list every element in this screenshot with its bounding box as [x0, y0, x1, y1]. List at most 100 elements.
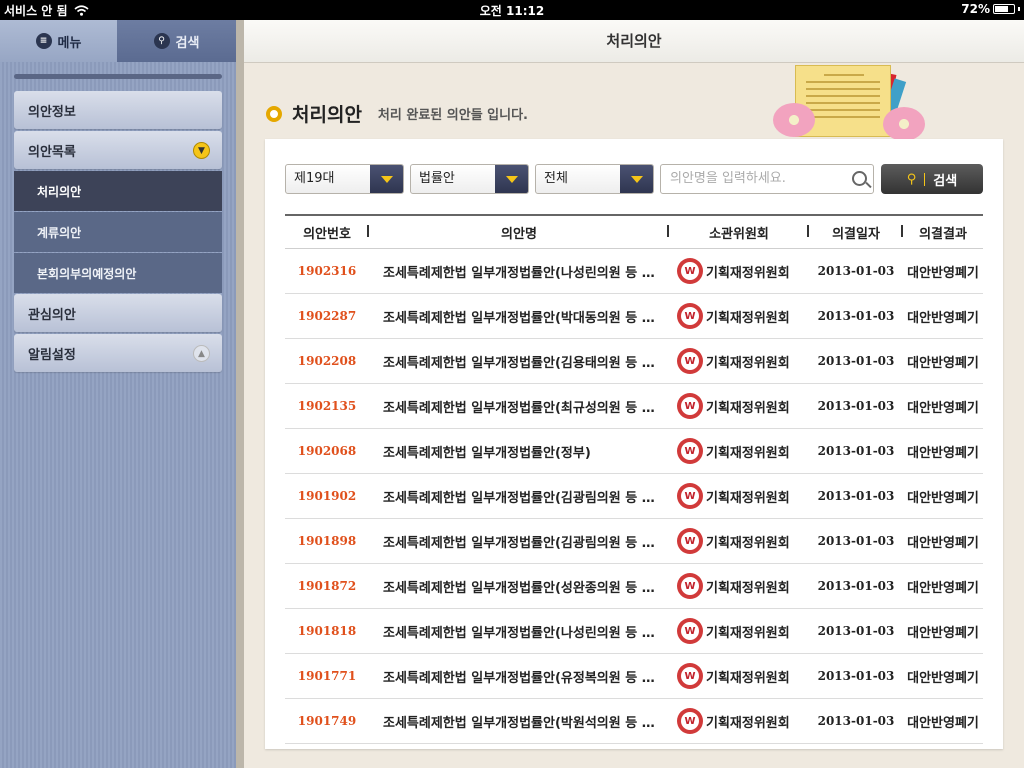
- committee-name: 기획재정위원회: [706, 535, 790, 551]
- sidebar-item-bill-info[interactable]: 의안정보: [14, 91, 222, 129]
- bill-list-panel: 제19대 법률안 전체 의안명을 입력하세요. ⚲ 검색 의안번호 의안명 소관…: [265, 139, 1003, 749]
- sidebar-item-label: 의안목록: [28, 144, 76, 160]
- chevron-up-icon[interactable]: ▲: [193, 345, 210, 362]
- battery-status: 72%: [961, 2, 1020, 16]
- decision-date: 2013-01-03: [817, 444, 895, 458]
- bill-name: 조세특례제한법 일부개정법률안(나성린의원 등 10인): [383, 625, 669, 641]
- status-select[interactable]: 전체: [535, 164, 654, 194]
- committee-cell: W 기획재정위원회: [669, 438, 809, 464]
- page-title: 처리의안: [292, 104, 362, 126]
- dropdown-arrow-icon[interactable]: [620, 165, 653, 193]
- decision-date: 2013-01-03: [817, 309, 895, 323]
- committee-logo-icon: W: [677, 663, 703, 689]
- tab-menu[interactable]: ≡ 메뉴: [0, 20, 117, 62]
- decision-result: 대안반영폐기: [907, 265, 979, 281]
- sidebar-item-pending-bills[interactable]: 계류의안: [14, 212, 222, 252]
- column-header-decision-date[interactable]: 의결일자: [809, 223, 903, 242]
- sidebar-divider: [14, 74, 222, 79]
- sidebar: ≡ 메뉴 ⚲ 검색 의안정보 의안목록 ▼ 처리의안 계류의안 본회의부의예정의…: [0, 20, 236, 768]
- committee-logo-icon: W: [677, 348, 703, 374]
- bill-name: 조세특례제한법 일부개정법률안(나성린의원 등 10인): [383, 265, 669, 281]
- bill-number: 1901898: [297, 534, 357, 548]
- search-icon: ⚲: [906, 171, 917, 187]
- committee-cell: W 기획재정위원회: [669, 393, 809, 419]
- table-row[interactable]: 1902068 조세특례제한법 일부개정법률안(정부) W 기획재정위원회 2013-0…: [285, 429, 983, 474]
- committee-logo-icon: W: [677, 393, 703, 419]
- sidebar-item-label: 의안정보: [28, 104, 76, 120]
- committee-logo-icon: W: [677, 483, 703, 509]
- bill-kind-select[interactable]: 법률안: [410, 164, 529, 194]
- decision-result: 대안반영폐기: [907, 535, 979, 551]
- table-row[interactable]: 1901771 조세특례제한법 일부개정법률안(유정복의원 등 10인) W 기획재정…: [285, 654, 983, 699]
- page-heading: 처리의안 처리 완료된 의안들 입니다.: [266, 100, 528, 127]
- decision-result: 대안반영폐기: [907, 670, 979, 686]
- session-select[interactable]: 제19대: [285, 164, 404, 194]
- column-header-committee[interactable]: 소관위원회: [669, 223, 809, 242]
- tab-search[interactable]: ⚲ 검색: [117, 20, 236, 62]
- committee-logo-icon: W: [677, 618, 703, 644]
- committee-cell: W 기획재정위원회: [669, 528, 809, 554]
- session-select-value: 제19대: [294, 171, 335, 186]
- table-row[interactable]: 1901872 조세특례제한법 일부개정법률안(성완종의원 등 10인) W 기획재정…: [285, 564, 983, 609]
- column-header-bill-number[interactable]: 의안번호: [285, 223, 369, 242]
- assembly-document-illustration: [759, 65, 939, 141]
- sidebar-tabs: ≡ 메뉴 ⚲ 검색: [0, 20, 236, 62]
- decision-result: 대안반영폐기: [907, 355, 979, 371]
- decision-date: 2013-01-03: [817, 489, 895, 503]
- filter-bar: 제19대 법률안 전체 의안명을 입력하세요. ⚲ 검색: [285, 164, 985, 194]
- table-row[interactable]: 1902208 조세특례제한법 일부개정법률안(김용태의원 등 10인) W 기획재정…: [285, 339, 983, 384]
- dropdown-arrow-icon[interactable]: [370, 165, 403, 193]
- sidebar-menu: 의안정보 의안목록 ▼ 처리의안 계류의안 본회의부의예정의안 관심의안 알림설…: [0, 91, 236, 372]
- search-placeholder: 의안명을 입력하세요.: [670, 171, 786, 186]
- committee-cell: W 기획재정위원회: [669, 618, 809, 644]
- decision-date: 2013-01-03: [817, 399, 895, 413]
- bill-name: 조세특례제한법 일부개정법률안(김광림의원 등 10인): [383, 490, 669, 506]
- decision-date: 2013-01-03: [817, 264, 895, 278]
- table-row[interactable]: 1901898 조세특례제한법 일부개정법률안(김광림의원 등 10인) W 기획재정…: [285, 519, 983, 564]
- bill-kind-select-value: 법률안: [419, 171, 455, 186]
- table-row[interactable]: 1901902 조세특례제한법 일부개정법률안(김광림의원 등 10인) W 기획재정…: [285, 474, 983, 519]
- search-icon: ⚲: [153, 33, 170, 49]
- bill-number: 1902135: [297, 399, 357, 413]
- search-button[interactable]: ⚲ 검색: [881, 164, 983, 194]
- navigation-bar-title: 처리의안: [244, 20, 1024, 63]
- sidebar-item-processed-bills[interactable]: 처리의안: [14, 171, 222, 211]
- bill-name: 조세특례제한법 일부개정법률안(성완종의원 등 10인): [383, 580, 669, 596]
- bill-number: 1901749: [297, 714, 357, 728]
- committee-name: 기획재정위원회: [706, 400, 790, 416]
- committee-name: 기획재정위원회: [706, 445, 790, 461]
- table-row[interactable]: 1902316 조세특례제한법 일부개정법률안(나성린의원 등 10인) W 기획재정…: [285, 249, 983, 294]
- bill-name: 조세특례제한법 일부개정법률안(김용태의원 등 10인): [383, 355, 669, 371]
- committee-logo-icon: W: [677, 258, 703, 284]
- dropdown-arrow-icon[interactable]: [495, 165, 528, 193]
- column-header-result[interactable]: 의결결과: [903, 223, 983, 242]
- committee-cell: W 기획재정위원회: [669, 303, 809, 329]
- bill-number: 1902068: [297, 444, 357, 458]
- table-row[interactable]: 1902287 조세특례제한법 일부개정법률안(박대동의원 등 10인) W 기획재정…: [285, 294, 983, 339]
- sidebar-item-label: 관심의안: [28, 307, 76, 323]
- table-row[interactable]: 1902135 조세특례제한법 일부개정법률안(최규성의원 등 10인) W 기획재정…: [285, 384, 983, 429]
- status-select-value: 전체: [544, 171, 568, 186]
- committee-logo-icon: W: [677, 303, 703, 329]
- sidebar-item-favorite-bills[interactable]: 관심의안: [14, 294, 222, 332]
- bullet-ring-icon: [266, 105, 282, 122]
- table-body: 1902316 조세특례제한법 일부개정법률안(나성린의원 등 10인) W 기획재정…: [285, 249, 983, 744]
- sidebar-item-notification-settings[interactable]: 알림설정 ▲: [14, 334, 222, 372]
- committee-name: 기획재정위원회: [706, 625, 790, 641]
- column-header-bill-name[interactable]: 의안명: [369, 223, 669, 242]
- page-subtitle: 처리 완료된 의안들 입니다.: [377, 108, 528, 123]
- table-row[interactable]: 1901749 조세특례제한법 일부개정법률안(박원석의원 등 10인) W 기획재정…: [285, 699, 983, 744]
- table-row[interactable]: 1901818 조세특례제한법 일부개정법률안(나성린의원 등 10인) W 기획재정…: [285, 609, 983, 654]
- sidebar-item-label: 알림설정: [28, 347, 76, 363]
- decision-date: 2013-01-03: [817, 354, 895, 368]
- bill-number: 1901902: [297, 489, 357, 503]
- main-content: 처리의안 처리의안 처리 완료된 의안들 입니다. 제19대 법률안 전체 의안…: [236, 20, 1024, 768]
- flower-illustration: [773, 103, 815, 137]
- bill-search-input[interactable]: 의안명을 입력하세요.: [660, 164, 874, 194]
- tab-menu-label: 메뉴: [57, 35, 82, 51]
- sidebar-item-bill-list[interactable]: 의안목록 ▼: [14, 131, 222, 169]
- chevron-down-icon[interactable]: ▼: [193, 142, 210, 159]
- committee-cell: W 기획재정위원회: [669, 483, 809, 509]
- committee-name: 기획재정위원회: [706, 265, 790, 281]
- sidebar-item-plenary-bills[interactable]: 본회의부의예정의안: [14, 253, 222, 293]
